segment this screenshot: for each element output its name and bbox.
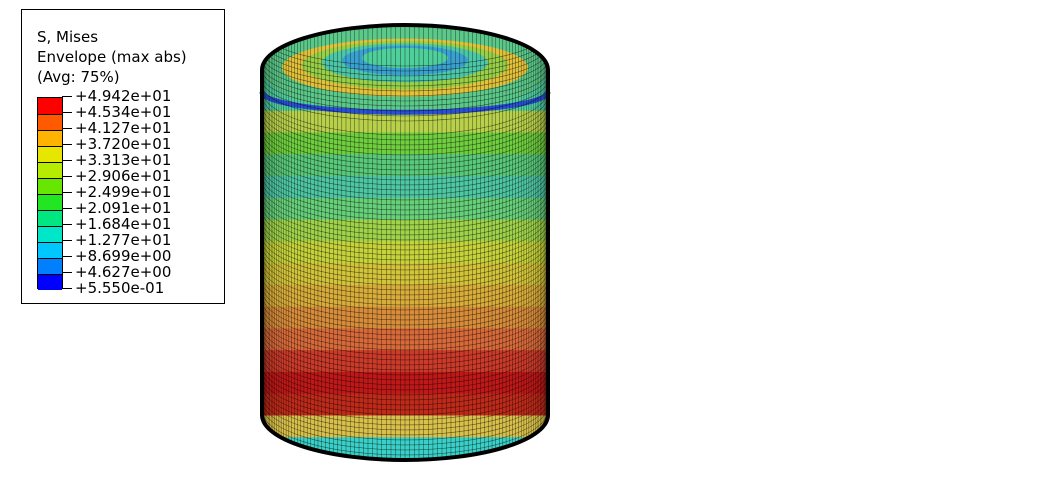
legend-swatch — [38, 242, 62, 258]
cylinder-mesh-plot — [259, 23, 551, 462]
legend-tick — [62, 176, 72, 177]
legend-tick — [62, 160, 72, 161]
legend-swatch — [38, 146, 62, 162]
legend-swatch — [38, 162, 62, 178]
legend-tick — [62, 112, 72, 113]
legend-envelope-label: Envelope (max abs) — [37, 48, 187, 66]
stress-legend: S, Mises Envelope (max abs) (Avg: 75%) +… — [21, 9, 225, 304]
legend-swatch — [38, 98, 62, 114]
legend-tick — [62, 224, 72, 225]
legend-swatch — [38, 226, 62, 242]
legend-variable-label: S, Mises — [37, 28, 99, 46]
color-scale — [37, 97, 63, 290]
legend-tick — [62, 256, 72, 257]
legend-swatch — [38, 258, 62, 274]
legend-tick — [62, 272, 72, 273]
legend-swatch — [38, 210, 62, 226]
legend-averaging-label: (Avg: 75%) — [37, 68, 120, 86]
legend-swatch — [38, 130, 62, 146]
legend-swatch — [38, 194, 62, 210]
legend-tick — [62, 144, 72, 145]
legend-swatch — [38, 114, 62, 130]
legend-tick — [62, 288, 72, 289]
legend-swatch — [38, 274, 62, 290]
legend-tick — [62, 96, 72, 97]
legend-tick — [62, 240, 72, 241]
legend-tick — [62, 128, 72, 129]
legend-tick — [62, 208, 72, 209]
legend-swatch — [38, 178, 62, 194]
model-viewport[interactable] — [250, 15, 560, 475]
legend-tick — [62, 192, 72, 193]
legend-title: S, Mises Envelope (max abs) (Avg: 75%) — [37, 27, 187, 87]
